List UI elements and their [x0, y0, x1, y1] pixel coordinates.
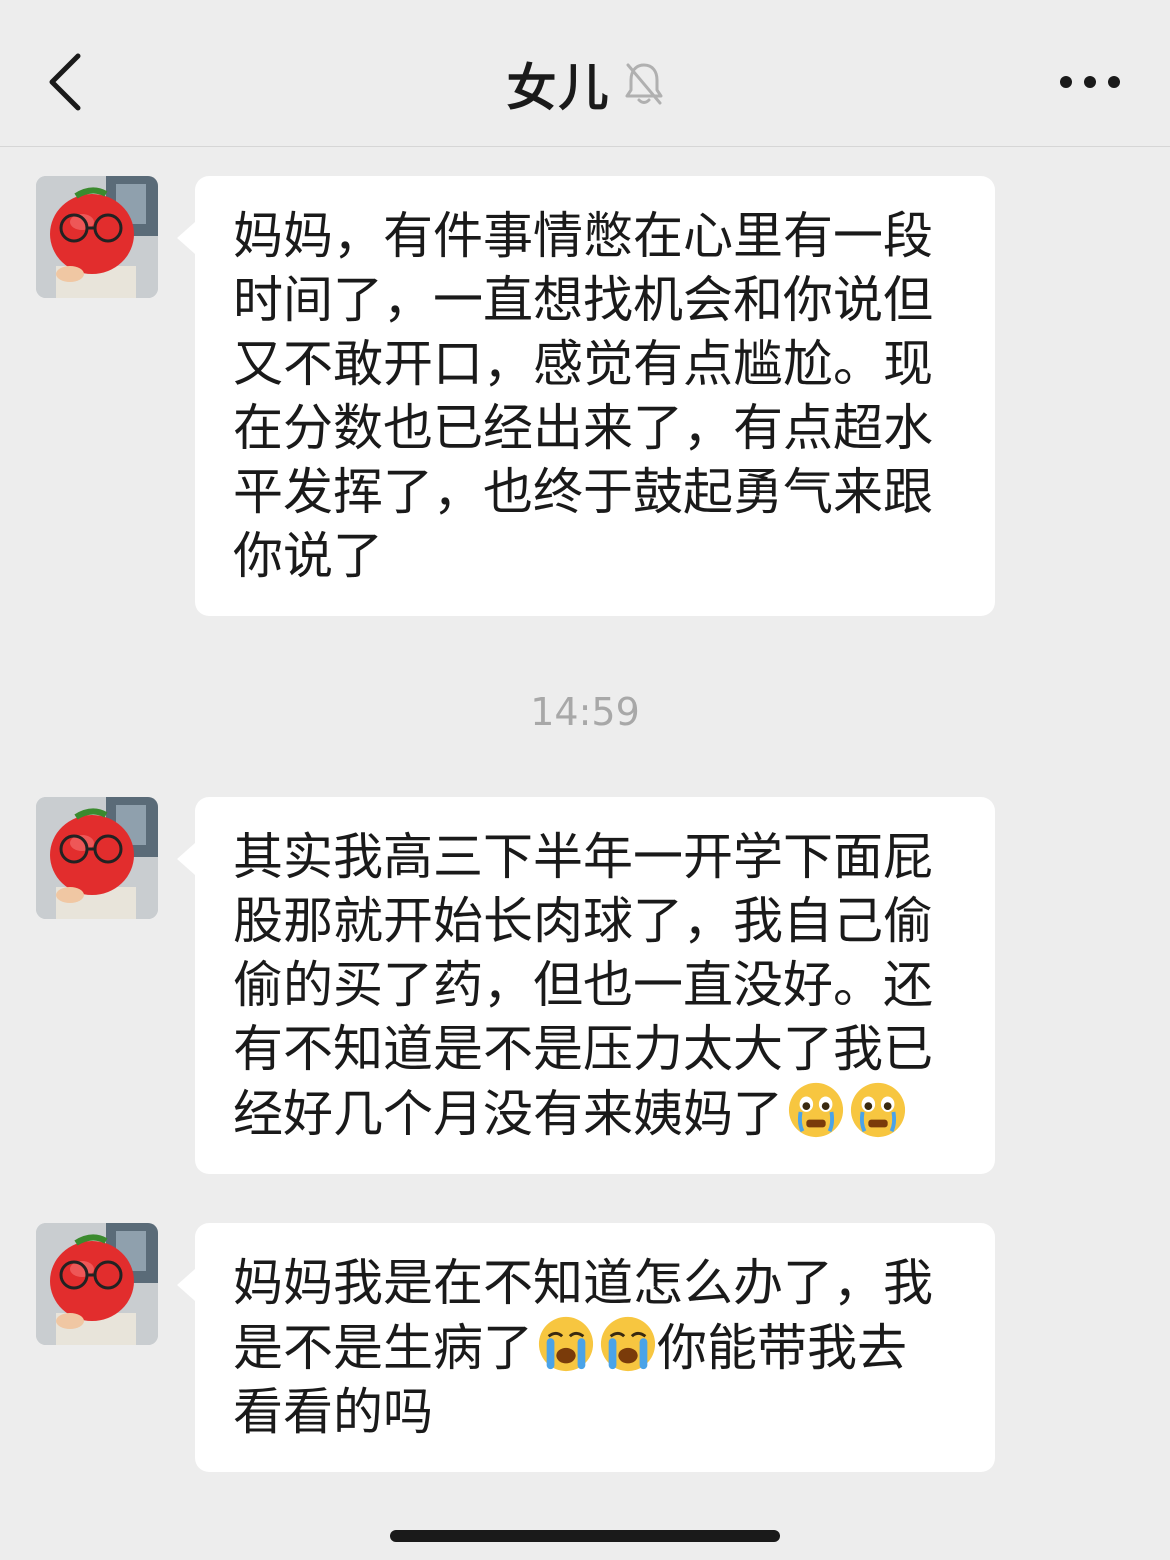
- message-bubble[interactable]: 其实我高三下半年一开学下面屁 股那就开始长肉球了，我自己偷 偷的买了药，但也一直…: [177, 797, 995, 1174]
- message-text: 经好几个月没有来姨妈了: [233, 1085, 783, 1143]
- more-button[interactable]: [1050, 60, 1130, 104]
- tomato-avatar-image: [36, 797, 158, 919]
- loudly-crying-face-emoji: [600, 1316, 656, 1372]
- home-indicator: [390, 1530, 780, 1542]
- crying-face-emoji: [850, 1082, 906, 1138]
- bell-muted-icon: [625, 63, 663, 105]
- chat-title: 女儿: [506, 59, 611, 117]
- message-line: 看看的吗: [233, 1383, 433, 1441]
- chat-header: 女儿: [0, 0, 1170, 147]
- message-line: 在分数也已经出来了，有点超水: [233, 399, 933, 457]
- message-text: 是不是生病了: [233, 1319, 533, 1377]
- loudly-crying-face-emoji: [538, 1316, 594, 1372]
- crying-face-emoji: [788, 1082, 844, 1138]
- message-line: 又不敢开口，感觉有点尴尬。现: [233, 335, 933, 393]
- message-line: 妈妈我是在不知道怎么办了，我: [233, 1254, 933, 1312]
- title-area: 女儿: [0, 48, 1170, 118]
- more-dots-icon: [1060, 76, 1072, 88]
- message-line: 平发挥了，也终于鼓起勇气来跟: [233, 463, 933, 521]
- message-line: 妈妈，有件事情憋在心里有一段: [233, 207, 933, 265]
- timestamp: 14:59: [530, 690, 640, 734]
- message-line: 偷的买了药，但也一直没好。还: [233, 956, 933, 1014]
- message-bubble[interactable]: 妈妈，有件事情憋在心里有一段 时间了，一直想找机会和你说但 又不敢开口，感觉有点…: [177, 176, 995, 616]
- avatar[interactable]: [36, 176, 158, 298]
- message-line: 有不知道是不是压力太大了我已: [233, 1020, 933, 1078]
- message-line-with-emoji: 经好几个月没有来姨妈了: [233, 1081, 957, 1146]
- message-line: 股那就开始长肉球了，我自己偷: [233, 892, 933, 950]
- message-line: 你说了: [233, 527, 383, 585]
- message-bubble[interactable]: 妈妈我是在不知道怎么办了，我 是不是生病了 你能带我去 看看的吗: [177, 1223, 995, 1472]
- tomato-avatar-image: [36, 176, 158, 298]
- avatar[interactable]: [36, 797, 158, 919]
- message-text: 你能带我去: [657, 1319, 907, 1377]
- message-line-with-emoji: 是不是生病了 你能带我去: [233, 1315, 957, 1380]
- message-line: 其实我高三下半年一开学下面屁: [233, 828, 933, 886]
- avatar[interactable]: [36, 1223, 158, 1345]
- tomato-avatar-image: [36, 1223, 158, 1345]
- message-line: 时间了，一直想找机会和你说但: [233, 271, 933, 329]
